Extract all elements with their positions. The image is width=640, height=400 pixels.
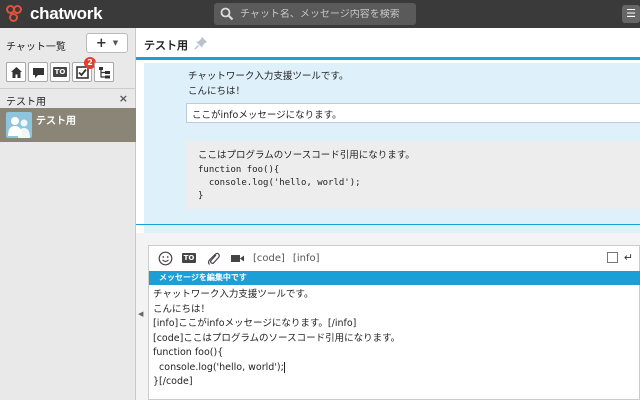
to-icon: TO <box>52 67 68 77</box>
group-avatar-icon <box>8 117 30 138</box>
to-button[interactable]: TO <box>181 250 197 266</box>
composer-line: [info]ここがinfoメッセージになります。[/info] <box>153 318 357 329</box>
filter-to-button[interactable]: TO <box>50 62 70 82</box>
composer-line-wrap: console.log('hello, world'); <box>153 361 637 376</box>
enter-key-icon: ↵ <box>623 251 633 264</box>
composer-line: console.log('hello, world'); <box>153 361 284 373</box>
insert-code-tag[interactable]: [code] <box>253 253 285 264</box>
sidebar-room-item[interactable]: テスト用 <box>0 108 136 142</box>
composer-line: [code]ここはプログラムのソースコード引用になります。 <box>153 332 401 344</box>
add-chat-button[interactable]: + ▼ <box>86 33 128 53</box>
enter-to-send-checkbox[interactable] <box>606 252 618 263</box>
video-call-button[interactable] <box>229 250 245 266</box>
editing-status-bar: メッセージを編集中です <box>149 271 640 285</box>
message-input[interactable]: チャットワーク入力支援ツールです。 こんにちは！ [info]ここがinfoメッ… <box>153 288 637 398</box>
attach-file-button[interactable] <box>205 250 221 266</box>
sidebar-header: チャット一覧 + ▼ <box>0 28 136 58</box>
tree-structure-icon <box>98 66 110 78</box>
timeline-divider <box>136 224 640 225</box>
avatar <box>6 112 32 138</box>
room-header: テスト用 <box>136 28 640 60</box>
composer-options: ↵ <box>606 251 633 264</box>
filter-home-button[interactable] <box>6 62 26 82</box>
plus-icon: + <box>95 35 107 51</box>
message-composer: TO [code] [info] ↵ メッセージを編集中です チャットワーク入力… <box>148 245 640 400</box>
menu-icon[interactable]: ☰ <box>622 5 640 23</box>
code-line: } <box>198 191 204 201</box>
filter-task-button[interactable]: 2 <box>72 57 96 82</box>
composer-line: function foo(){ <box>153 347 224 358</box>
filter-category-button[interactable] <box>94 62 114 82</box>
chatwork-logo-icon <box>6 4 26 24</box>
filter-toolbar: TO 2 <box>6 57 114 82</box>
insert-info-tag[interactable]: [info] <box>293 253 320 264</box>
chat-main: テスト用 チャットワーク入力支援ツールです。 こんにちは！ ここがinfoメッセ… <box>136 28 640 400</box>
pin-icon[interactable] <box>194 36 208 50</box>
chat-group-header[interactable]: テスト用 × <box>0 88 136 108</box>
code-line: function foo(){ <box>198 165 280 175</box>
chat-list-title: チャット一覧 <box>6 42 66 53</box>
composer-toolbar: TO [code] [info] ↵ <box>149 246 640 270</box>
search-box[interactable] <box>214 3 416 25</box>
search-icon <box>220 7 234 21</box>
composer-line: こんにちは！ <box>153 303 211 315</box>
sidebar: チャット一覧 + ▼ TO 2 テスト用 × テスト用 <box>0 28 136 400</box>
logo-text: chatwork <box>30 4 103 23</box>
close-icon[interactable]: × <box>119 92 128 105</box>
top-bar: chatwork ☰ <box>0 0 640 28</box>
code-block-title: ここはプログラムのソースコード引用になります。 <box>198 150 415 161</box>
code-block: ここはプログラムのソースコード引用になります。 function foo(){ … <box>186 141 640 209</box>
room-title: テスト用 <box>144 39 188 52</box>
speech-bubble-icon <box>32 67 44 78</box>
to-icon: TO <box>181 253 197 263</box>
message-text: こんにちは！ <box>188 86 246 97</box>
paperclip-icon <box>207 252 220 265</box>
info-block: ここがinfoメッセージになります。 <box>186 103 640 123</box>
composer-line: }[/code] <box>153 376 193 387</box>
composer-line: チャットワーク入力支援ツールです。 <box>153 289 314 300</box>
video-camera-icon <box>230 254 244 262</box>
home-icon <box>10 66 22 78</box>
emoji-button[interactable] <box>157 250 173 266</box>
chevron-down-icon: ▼ <box>112 39 119 47</box>
chat-group-title: テスト用 <box>6 97 46 108</box>
smiley-icon <box>158 251 172 265</box>
text-cursor <box>283 361 285 373</box>
filter-unread-button[interactable] <box>28 62 48 82</box>
code-line: console.log('hello, world'); <box>198 178 361 188</box>
collapse-sidebar-icon[interactable]: ◀ <box>138 310 143 318</box>
room-name: テスト用 <box>36 116 76 127</box>
message-text: チャットワーク入力支援ツールです。 <box>188 71 349 82</box>
message-timeline: チャットワーク入力支援ツールです。 こんにちは！ ここがinfoメッセージになり… <box>136 63 640 248</box>
logo[interactable]: chatwork <box>6 4 103 24</box>
search-input[interactable] <box>240 8 410 20</box>
